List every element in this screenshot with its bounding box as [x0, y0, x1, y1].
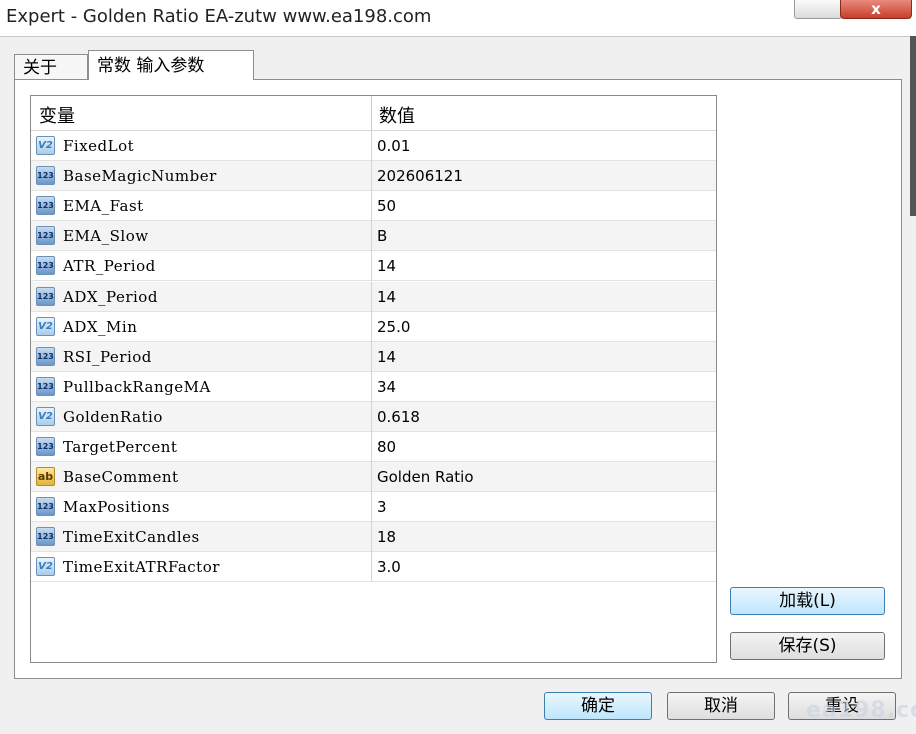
- param-value[interactable]: 14: [377, 348, 396, 366]
- param-value[interactable]: 202606121: [377, 167, 463, 185]
- param-value[interactable]: 3.0: [377, 558, 401, 576]
- param-name: TargetPercent: [63, 438, 178, 456]
- column-divider: [371, 281, 372, 312]
- param-name: ATR_Period: [63, 257, 156, 276]
- param-value[interactable]: 25.0: [377, 318, 410, 336]
- param-row[interactable]: 123 TargetPercent 80: [31, 432, 716, 462]
- param-name: BaseMagicNumber: [63, 167, 217, 186]
- cancel-button[interactable]: 取消: [667, 692, 775, 720]
- param-row[interactable]: V2 FixedLot 0.01: [31, 131, 716, 161]
- param-name: RSI_Period: [63, 347, 152, 366]
- param-row[interactable]: 123 EMA_Fast 50: [31, 191, 716, 222]
- param-row[interactable]: 123 PullbackRangeMA 34: [31, 371, 716, 402]
- param-row[interactable]: V2 ADX_Min 25.0: [31, 311, 716, 342]
- column-divider: [371, 371, 372, 402]
- int-type-icon: 123: [36, 226, 55, 246]
- column-divider: [371, 401, 372, 432]
- double-type-icon: V2: [36, 316, 55, 336]
- parameter-grid: 变量 数值 V2 FixedLot 0.01 123 BaseMagicNumber 20…: [30, 95, 717, 663]
- param-row[interactable]: 123 ADX_Period 14: [31, 281, 716, 312]
- param-value[interactable]: Golden Ratio: [377, 468, 474, 486]
- column-divider: [371, 221, 372, 252]
- param-value[interactable]: B: [377, 227, 387, 245]
- param-value[interactable]: 14: [377, 288, 396, 306]
- param-value[interactable]: 50: [377, 197, 396, 215]
- header-value[interactable]: 数值: [379, 102, 415, 128]
- param-value[interactable]: 18: [377, 528, 396, 546]
- param-row[interactable]: 123 ATR_Period 14: [31, 251, 716, 282]
- param-row[interactable]: 123 BaseMagicNumber 202606121: [31, 161, 716, 192]
- int-type-icon: 123: [36, 437, 55, 456]
- column-divider: [371, 432, 372, 462]
- title-bar: Expert - Golden Ratio EA-zutw www.ea198.…: [0, 0, 916, 37]
- param-row[interactable]: 123 EMA_Slow B: [31, 221, 716, 252]
- param-row[interactable]: V2 GoldenRatio 0.618: [31, 401, 716, 432]
- param-name: BaseComment: [63, 468, 179, 487]
- param-row[interactable]: 123 RSI_Period 14: [31, 341, 716, 372]
- param-name: GoldenRatio: [63, 407, 163, 426]
- int-type-icon: 123: [36, 166, 55, 186]
- param-value[interactable]: 3: [377, 498, 387, 516]
- tab-inputs[interactable]: 常数 输入参数: [88, 50, 254, 80]
- int-type-icon: 123: [36, 196, 55, 216]
- param-value[interactable]: 80: [377, 438, 396, 456]
- window-edge: [910, 36, 916, 216]
- param-name: PullbackRangeMA: [63, 377, 211, 396]
- param-value[interactable]: 0.01: [377, 137, 410, 155]
- column-divider: [371, 522, 372, 553]
- param-row[interactable]: ab BaseComment Golden Ratio: [31, 462, 716, 493]
- int-type-icon: 123: [36, 346, 55, 366]
- watermark-logo: ea198.com: [806, 698, 916, 723]
- param-name: EMA_Slow: [63, 227, 149, 246]
- load-button[interactable]: 加载(L): [730, 587, 885, 615]
- int-type-icon: 123: [36, 527, 55, 547]
- param-value[interactable]: 0.618: [377, 408, 420, 426]
- param-name: TimeExitCandles: [63, 528, 200, 547]
- window-title: Expert - Golden Ratio EA-zutw www.ea198.…: [6, 6, 432, 27]
- param-row[interactable]: 123 TimeExitCandles 18: [31, 522, 716, 553]
- column-divider: [371, 311, 372, 342]
- double-type-icon: V2: [36, 406, 55, 426]
- header-divider[interactable]: [371, 96, 372, 130]
- param-row[interactable]: V2 TimeExitATRFactor 3.0: [31, 552, 716, 583]
- column-divider: [371, 161, 372, 192]
- param-name: ADX_Period: [63, 287, 158, 306]
- string-type-icon: ab: [36, 467, 55, 487]
- param-value[interactable]: 14: [377, 257, 396, 275]
- param-name: EMA_Fast: [63, 197, 144, 216]
- column-divider: [371, 341, 372, 372]
- column-divider: [371, 492, 372, 523]
- column-divider: [371, 131, 372, 161]
- param-row[interactable]: 123 MaxPositions 3: [31, 492, 716, 523]
- column-divider: [371, 251, 372, 282]
- tab-about[interactable]: 关于: [14, 54, 88, 80]
- param-name: FixedLot: [63, 137, 135, 155]
- column-divider: [371, 191, 372, 222]
- column-divider: [371, 552, 372, 583]
- minimize-button[interactable]: [794, 0, 842, 19]
- double-type-icon: V2: [36, 136, 55, 155]
- column-divider: [371, 462, 372, 493]
- close-button[interactable]: x: [840, 0, 912, 19]
- param-value[interactable]: 34: [377, 378, 396, 396]
- ok-button[interactable]: 确定: [544, 692, 652, 720]
- header-variable[interactable]: 变量: [39, 102, 75, 128]
- param-name: TimeExitATRFactor: [63, 558, 220, 577]
- int-type-icon: 123: [36, 286, 55, 306]
- int-type-icon: 123: [36, 256, 55, 276]
- save-button[interactable]: 保存(S): [730, 632, 885, 660]
- int-type-icon: 123: [36, 376, 55, 396]
- int-type-icon: 123: [36, 497, 55, 517]
- grid-header: 变量 数值: [31, 96, 716, 131]
- param-name: MaxPositions: [63, 498, 170, 517]
- double-type-icon: V2: [36, 557, 55, 577]
- param-name: ADX_Min: [63, 317, 138, 336]
